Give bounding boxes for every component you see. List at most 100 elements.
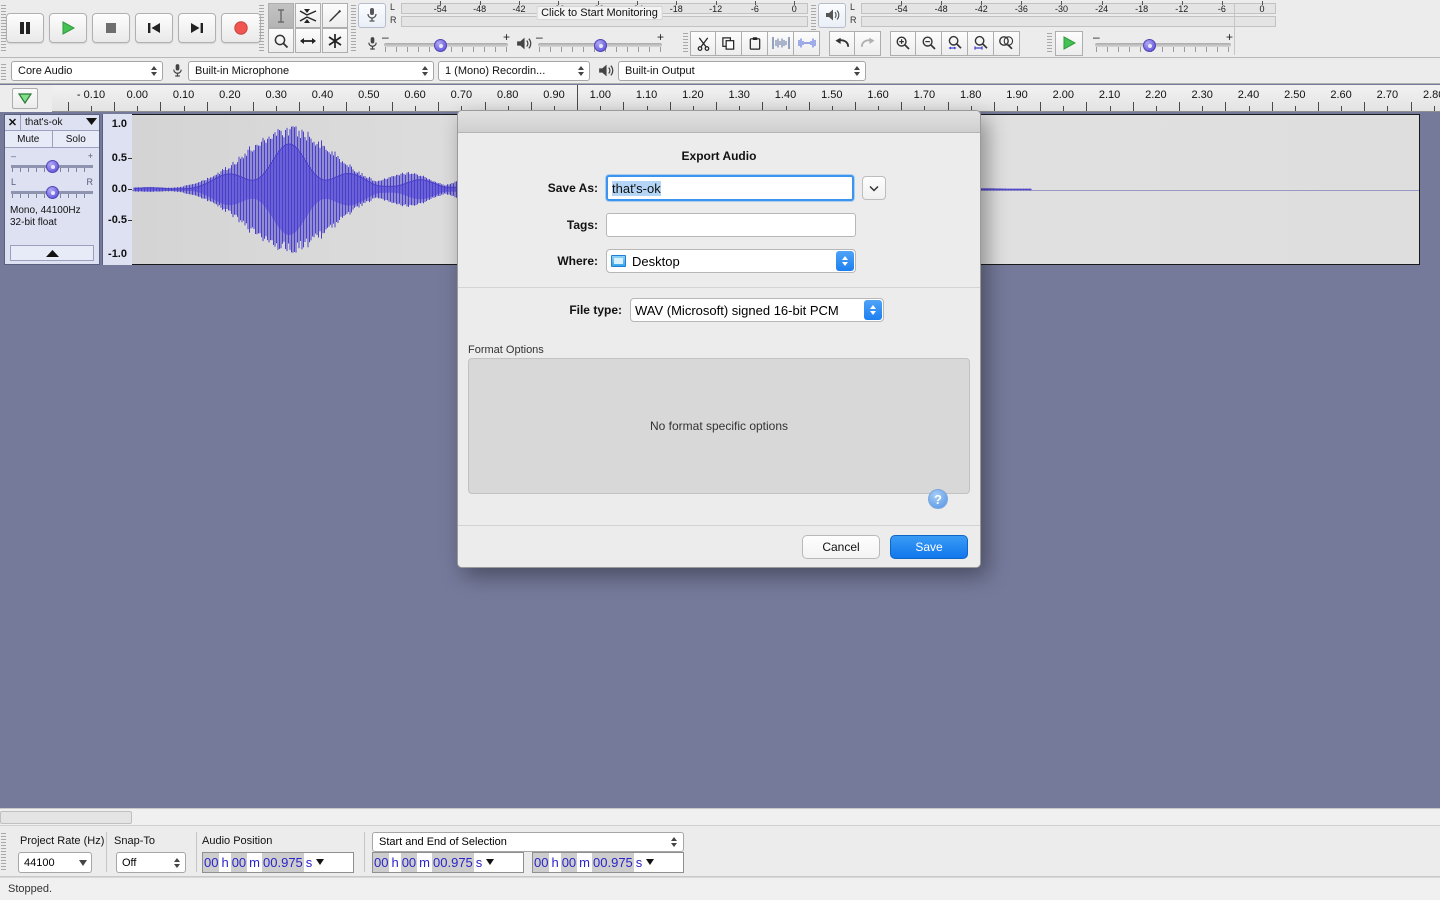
track-gain-slider[interactable]: – + — [11, 151, 93, 177]
stepper-arrows-icon[interactable] — [836, 251, 854, 271]
speaker-icon[interactable] — [818, 2, 846, 28]
dialog-titlebar[interactable] — [458, 111, 980, 133]
microphone-icon[interactable] — [358, 2, 386, 28]
zoom-toggle-button[interactable] — [994, 30, 1020, 56]
where-select[interactable]: Desktop — [606, 249, 856, 273]
chevron-down-icon[interactable] — [646, 858, 655, 867]
solo-button[interactable]: Solo — [51, 131, 99, 147]
zoom-in-button[interactable] — [890, 30, 916, 56]
timeshift-tool[interactable] — [295, 28, 321, 53]
meter-tick-label: -24 — [1095, 4, 1109, 14]
slider-thumb[interactable] — [46, 186, 59, 199]
track-name[interactable]: that's-ok — [21, 117, 83, 128]
playback-speed-slider[interactable]: – + — [1093, 30, 1233, 56]
tools-toolbar-grip[interactable] — [258, 2, 265, 54]
stepper-arrows-icon[interactable] — [864, 300, 882, 320]
selection-end-field[interactable]: 00 h 00 m 00.975 s — [532, 852, 684, 873]
seconds-digits[interactable]: 00.975 — [432, 853, 474, 872]
ruler-minor-tick — [1202, 106, 1204, 111]
save-button[interactable]: Save — [890, 534, 968, 559]
start-monitoring-hint[interactable]: Click to Start Monitoring — [536, 6, 663, 20]
zoom-out-button[interactable] — [916, 30, 942, 56]
recording-channels-select[interactable]: 1 (Mono) Recordin... — [438, 60, 590, 81]
recording-volume-slider[interactable]: – + — [382, 30, 510, 56]
help-button[interactable]: ? — [928, 489, 948, 509]
project-rate-select[interactable]: 44100 — [18, 852, 92, 873]
audacity-window: L R -54 -48 -42 -36 -30 -24 -18 -12 -6 0 Click to… — [0, 0, 1440, 900]
stop-button[interactable] — [92, 13, 130, 43]
slider-thumb[interactable] — [46, 160, 59, 173]
mute-button[interactable]: Mute — [5, 131, 52, 147]
fit-selection-button[interactable] — [942, 30, 968, 56]
close-track-button[interactable]: ✕ — [5, 114, 21, 131]
pause-button[interactable] — [6, 13, 44, 43]
save-as-input[interactable]: that's-ok — [606, 175, 854, 201]
slider-thumb[interactable] — [1143, 39, 1156, 52]
playback-meter-toolbar[interactable]: L R -54 -48 -42 -36 -30 -24 -18 -12 -6 0 — [818, 1, 1278, 29]
envelope-tool[interactable] — [295, 3, 321, 28]
silence-audio-button[interactable] — [794, 30, 820, 56]
minutes-digits[interactable]: 00 — [230, 853, 248, 872]
hours-digits[interactable]: 00 — [533, 853, 550, 872]
redo-button[interactable] — [855, 30, 881, 56]
cut-button[interactable] — [690, 30, 716, 56]
track-pan-slider[interactable]: L R — [11, 177, 93, 203]
hours-unit: h — [391, 855, 399, 870]
play-at-speed-grip[interactable] — [1046, 30, 1053, 56]
speaker-icon — [595, 61, 615, 81]
collapse-up-arrow-icon[interactable] — [10, 245, 94, 261]
tags-input[interactable] — [606, 213, 856, 237]
chevron-down-icon[interactable] — [862, 176, 886, 200]
copy-button[interactable] — [716, 30, 742, 56]
device-toolbar-grip[interactable] — [0, 60, 7, 83]
undo-button[interactable] — [829, 30, 855, 56]
minutes-digits[interactable]: 00 — [400, 853, 418, 872]
selection-tool[interactable] — [268, 3, 294, 28]
draw-tool[interactable] — [322, 3, 348, 28]
cancel-button[interactable]: Cancel — [802, 534, 880, 559]
file-type-select[interactable]: WAV (Microsoft) signed 16-bit PCM — [630, 298, 884, 322]
play-button[interactable] — [49, 13, 87, 43]
vertical-ruler[interactable]: 1.0 0.5 0.0 -0.5 -1.0 — [102, 114, 132, 265]
paste-button[interactable] — [742, 30, 768, 56]
minutes-digits[interactable]: 00 — [560, 853, 578, 872]
recording-meter-bars[interactable]: L R -54-48-42-36-30-24-18-12-60 Click to… — [389, 1, 810, 28]
selection-start-field[interactable]: 00 h 00 m 00.975 s — [372, 852, 524, 873]
export-audio-dialog: Export Audio Save As: that's-ok Tags: Wh… — [457, 110, 981, 568]
horizontal-scrollbar[interactable] — [0, 808, 1440, 825]
slider-thumb[interactable] — [433, 39, 447, 52]
fit-project-button[interactable] — [968, 30, 994, 56]
pinned-play-head-icon[interactable] — [12, 88, 38, 109]
selection-mode-select[interactable]: Start and End of Selection — [372, 832, 684, 852]
hours-digits[interactable]: 00 — [203, 853, 220, 872]
vertical-ruler-label: -1.0 — [108, 248, 127, 260]
chevron-down-icon[interactable] — [83, 118, 99, 127]
play-at-speed-button[interactable] — [1055, 30, 1083, 56]
hours-digits[interactable]: 00 — [373, 853, 390, 872]
recording-device-select[interactable]: Built-in Microphone — [188, 60, 434, 81]
skip-to-end-button[interactable] — [178, 13, 216, 43]
edit-toolbar-grip[interactable] — [682, 30, 689, 56]
timeline-ruler[interactable]: - 0.10 0.00 0.10 0.20 0.30 0.40 0.50 0.60 0.70 0.… — [52, 85, 1440, 112]
record-button[interactable] — [221, 13, 261, 43]
seconds-digits[interactable]: 00.975 — [262, 853, 304, 872]
selection-toolbar-grip[interactable] — [0, 830, 7, 874]
scrollbar-thumb[interactable] — [0, 811, 132, 824]
playback-device-select[interactable]: Built-in Output — [618, 60, 866, 81]
seconds-digits[interactable]: 00.975 — [592, 853, 634, 872]
slider-thumb[interactable] — [594, 39, 607, 52]
multi-tool[interactable] — [322, 28, 348, 53]
snap-to-select[interactable]: Off — [116, 852, 186, 873]
playback-volume-slider[interactable]: – + — [536, 30, 664, 56]
slider-plus-label: + — [502, 30, 510, 44]
skip-to-start-button[interactable] — [135, 13, 173, 43]
zoom-tool[interactable] — [268, 28, 294, 53]
trim-audio-button[interactable] — [768, 30, 794, 56]
chevron-down-icon[interactable] — [316, 858, 325, 867]
playback-meter-bars[interactable]: L R -54 -48 -42 -36 -30 -24 -18 -12 -6 0 — [849, 1, 1278, 28]
audio-host-select[interactable]: Core Audio — [11, 60, 163, 81]
chevron-down-icon[interactable] — [486, 858, 495, 867]
audio-position-field[interactable]: 00 h 00 m 00.975 s — [202, 852, 354, 873]
recording-meter-grip[interactable] — [350, 2, 357, 54]
recording-meter-toolbar[interactable]: L R -54-48-42-36-30-24-18-12-60 Click to… — [358, 1, 810, 29]
